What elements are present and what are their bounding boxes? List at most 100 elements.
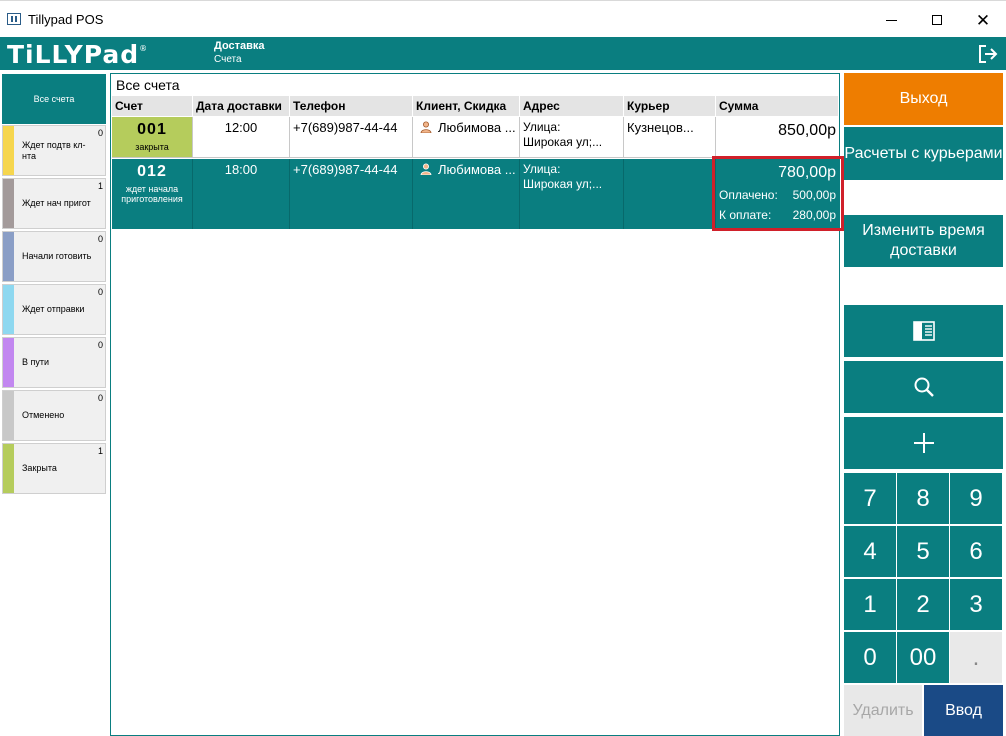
status-label: Отменено <box>22 410 65 420</box>
numpad-key-3[interactable]: 3 <box>950 579 1002 630</box>
status-count: 0 <box>97 287 103 297</box>
column-header-sum[interactable]: Сумма <box>716 96 839 116</box>
column-header-client[interactable]: Клиент, Скидка <box>413 96 520 116</box>
status-label: В пути <box>22 357 50 367</box>
status-cooking-started[interactable]: Начали готовить 0 <box>2 231 106 282</box>
logout-icon[interactable] <box>978 45 998 63</box>
address-line-2: Широкая ул;... <box>523 135 603 149</box>
status-color-bar <box>3 285 14 334</box>
search-icon <box>914 377 934 397</box>
table-row[interactable]: 001 закрыта 12:00 +7(689)987-44-44 Любим… <box>112 117 839 158</box>
status-awaiting-confirmation[interactable]: Ждет подтв кл-нта 0 <box>2 125 106 176</box>
table-header: Счет Дата доставки Телефон Клиент, Скидк… <box>112 96 839 116</box>
numpad-key-5[interactable]: 5 <box>897 526 949 577</box>
app-icon <box>7 13 21 25</box>
status-color-bar <box>3 179 14 228</box>
status-count: 0 <box>97 393 103 403</box>
client-name: Любимова ... <box>438 162 516 177</box>
status-label: Закрыта <box>22 463 57 473</box>
status-color-bar <box>3 444 14 493</box>
column-header-bill[interactable]: Счет <box>112 96 193 116</box>
minimize-icon <box>885 19 897 21</box>
logo-text: TiLLYPad <box>7 40 140 69</box>
details-button[interactable] <box>844 305 1003 357</box>
status-color-bar <box>3 391 14 440</box>
status-label: Начали готовить <box>22 251 92 261</box>
status-label: Ждет нач пригот <box>22 198 91 208</box>
numpad-key-7[interactable]: 7 <box>844 473 896 524</box>
numpad-key-00[interactable]: 00 <box>897 632 949 683</box>
column-header-address[interactable]: Адрес <box>520 96 624 116</box>
maximize-button[interactable] <box>914 5 960 35</box>
status-count: 1 <box>97 446 103 456</box>
sum-total: 850,00р <box>778 122 836 139</box>
column-header-delivery-date[interactable]: Дата доставки <box>193 96 290 116</box>
status-count: 0 <box>97 340 103 350</box>
column-header-courier[interactable]: Курьер <box>624 96 716 116</box>
highlight-box <box>712 156 844 231</box>
numpad-key-2[interactable]: 2 <box>897 579 949 630</box>
status-cancelled[interactable]: Отменено 0 <box>2 390 106 441</box>
address-cell: Улица: Широкая ул;... <box>520 159 624 229</box>
address-line-2: Широкая ул;... <box>523 177 603 191</box>
bill-number-cell: 012 ждет начала приготовления <box>112 159 193 229</box>
plus-icon <box>913 433 934 453</box>
status-color-bar <box>3 338 14 387</box>
status-label: Ждет подтв кл-нта <box>22 139 86 161</box>
status-count: 0 <box>97 234 103 244</box>
status-color-bar <box>3 232 14 281</box>
breadcrumb-bills: Счета <box>214 54 242 65</box>
change-delivery-time-label: Изменить время доставки <box>862 222 985 259</box>
status-all-label: Все счета <box>33 94 75 104</box>
address-line-1: Улица: <box>523 120 561 134</box>
search-button[interactable] <box>844 361 1003 413</box>
sum-cell: 850,00р <box>716 117 839 157</box>
tillypad-logo: TiLLYPad® <box>7 40 149 69</box>
client-cell: Любимова ... <box>413 159 520 229</box>
status-closed[interactable]: Закрыта 1 <box>2 443 106 494</box>
bill-status: закрыта <box>135 142 169 152</box>
courier-settlements-button[interactable]: Расчеты с курьерами <box>844 127 1003 180</box>
status-awaiting-dispatch[interactable]: Ждет отправки 0 <box>2 284 106 335</box>
delivery-time: 18:00 <box>193 159 290 229</box>
courier: Кузнецов... <box>624 117 716 157</box>
change-delivery-time-button[interactable]: Изменить время доставки <box>844 215 1003 267</box>
bill-number-cell: 001 закрыта <box>112 117 193 157</box>
close-icon: ✕ <box>975 10 991 30</box>
enter-label: Ввод <box>945 701 982 719</box>
numpad-key-1[interactable]: 1 <box>844 579 896 630</box>
courier <box>624 159 716 229</box>
minimize-button[interactable] <box>868 5 914 35</box>
user-icon <box>420 163 432 175</box>
bill-status: ждет начала приготовления <box>121 184 183 204</box>
details-panel-icon <box>912 321 935 341</box>
phone: +7(689)987-44-44 <box>290 159 413 229</box>
status-all-bills[interactable]: Все счета <box>2 74 106 124</box>
bill-number: 001 <box>137 121 167 138</box>
numpad-key-dot[interactable]: . <box>950 632 1002 683</box>
numpad-key-9[interactable]: 9 <box>950 473 1002 524</box>
column-header-phone[interactable]: Телефон <box>290 96 413 116</box>
exit-button[interactable]: Выход <box>844 73 1003 125</box>
numpad-key-0[interactable]: 0 <box>844 632 896 683</box>
enter-button[interactable]: Ввод <box>924 685 1003 736</box>
delivery-time: 12:00 <box>193 117 290 157</box>
add-button[interactable] <box>844 417 1003 469</box>
breadcrumb-delivery: Доставка <box>214 40 265 52</box>
numpad-key-8[interactable]: 8 <box>897 473 949 524</box>
numpad-key-4[interactable]: 4 <box>844 526 896 577</box>
status-count: 1 <box>97 181 103 191</box>
status-color-bar <box>3 126 14 175</box>
exit-label: Выход <box>899 90 948 107</box>
delete-button[interactable]: Удалить <box>844 685 922 736</box>
window-title: Tillypad POS <box>28 12 104 27</box>
close-button[interactable]: ✕ <box>960 5 1006 35</box>
delete-label: Удалить <box>852 701 914 719</box>
app-header: TiLLYPad® Доставка Счета <box>0 37 1006 70</box>
maximize-icon <box>932 15 942 25</box>
status-awaiting-cooking[interactable]: Ждет нач пригот 1 <box>2 178 106 229</box>
status-on-the-way[interactable]: В пути 0 <box>2 337 106 388</box>
client-name: Любимова ... <box>438 120 516 135</box>
numpad-key-6[interactable]: 6 <box>950 526 1002 577</box>
client-cell: Любимова ... <box>413 117 520 157</box>
